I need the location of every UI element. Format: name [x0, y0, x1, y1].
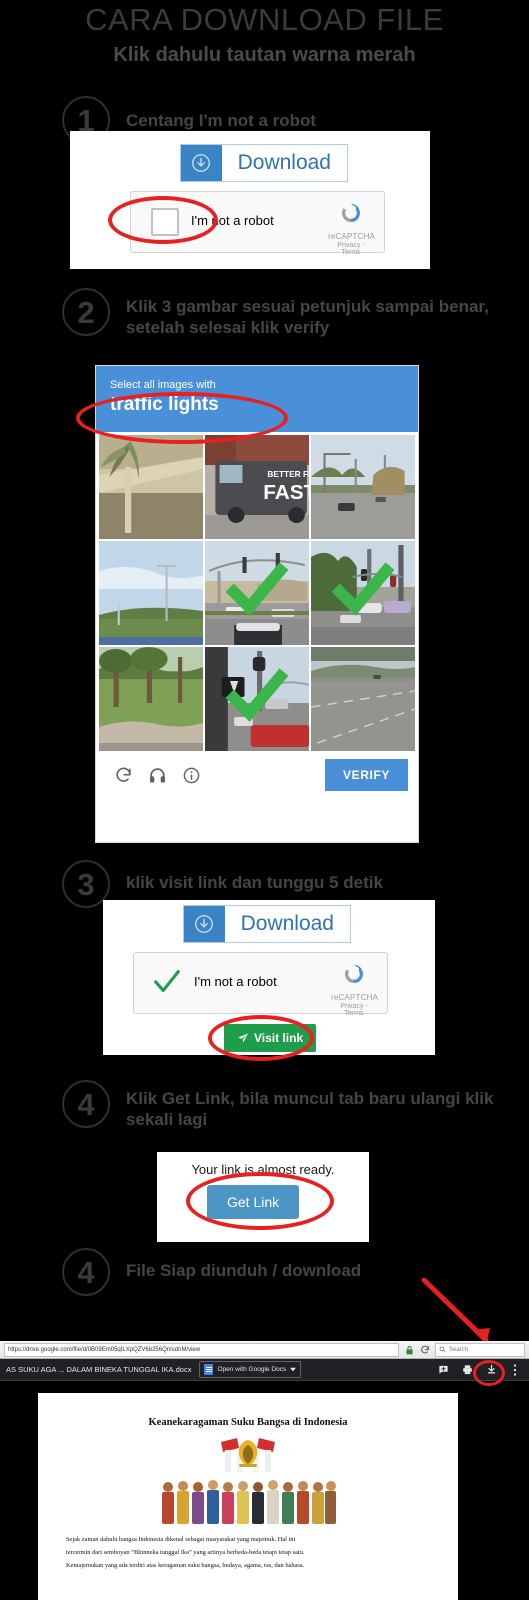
captcha-tile-4[interactable]	[99, 541, 203, 645]
step3-panel: Download I'm not a robot reCAPTCHA Priva…	[103, 900, 435, 1055]
search-placeholder-text: Search	[449, 1346, 469, 1353]
drive-file-name: AS SUKU AGA ... DALAM BINEKA TUNGGAL IKA…	[6, 1365, 192, 1374]
url-text: https://drive.google.com/file/d/0B09Em05…	[8, 1346, 201, 1353]
captcha-prompt: Select all images with traffic lights	[96, 366, 418, 432]
page-subtitle: Klik dahulu tautan warna merah	[113, 44, 416, 66]
garuda-pancasila-emblem	[221, 1438, 275, 1472]
paper-plane-icon	[238, 1033, 248, 1043]
audio-headphone-icon[interactable]	[140, 766, 174, 785]
step-badge-5: 4	[62, 1248, 110, 1296]
step-label-2: Klik 3 gambar sesuai petunjuk sampai ben…	[126, 297, 489, 338]
document-paragraph-line: tercermin dari semboyan “Bhinneka tungga…	[66, 1548, 305, 1556]
download-button[interactable]: Download	[180, 144, 348, 182]
captcha-tile-3[interactable]	[311, 435, 415, 539]
step-label-5: File Siap diunduh / download	[126, 1261, 362, 1280]
svg-text:BETTER FRESH: BETTER FRESH	[267, 470, 309, 479]
get-link-panel: Your link is almost ready. Get Link	[157, 1152, 369, 1242]
drive-toolbar: AS SUKU AGA ... DALAM BINEKA TUNGGAL IKA…	[0, 1359, 529, 1381]
selected-check-icon	[226, 668, 288, 722]
tutorial-infographic: CARA DOWNLOAD FILE Klik dahulu tautan wa…	[0, 0, 529, 1600]
open-with-label: Open with Google Docs	[217, 1366, 287, 1373]
svg-text:FASTE: FASTE	[263, 482, 309, 504]
selected-check-icon	[226, 562, 288, 616]
get-link-button[interactable]: Get Link	[207, 1185, 300, 1219]
captcha-challenge-panel: Select all images with traffic lights BE…	[95, 365, 419, 843]
browser-window: https://drive.google.com/file/d/0B09Em05…	[0, 1341, 529, 1381]
captcha-tile-1[interactable]	[99, 435, 203, 539]
recaptcha-branding: reCAPTCHA Privacy - Terms	[328, 200, 376, 256]
download-button-label: Download	[240, 912, 334, 935]
info-icon[interactable]	[174, 766, 208, 785]
download-button-step3[interactable]: Download	[183, 905, 351, 943]
recaptcha-icon	[342, 204, 360, 222]
recaptcha-brand-text: reCAPTCHA	[331, 993, 379, 1002]
visit-link-button[interactable]: Visit link	[224, 1024, 317, 1052]
annotation-arrow-download	[421, 1278, 490, 1344]
captcha-footer: VERIFY	[96, 751, 418, 799]
indonesian-traditional-clothing-people	[162, 1480, 336, 1524]
captcha-tile-9[interactable]	[311, 647, 415, 751]
document-paragraph-line: Sejak zaman dahulu bangsa Indonesia dike…	[66, 1536, 296, 1543]
google-docs-icon	[204, 1364, 214, 1375]
captcha-tile-2[interactable]: BETTER FRESH FASTE	[205, 435, 309, 539]
captcha-tile-8[interactable]	[205, 647, 309, 751]
reload-icon[interactable]	[106, 766, 140, 785]
document-paragraph: Sejak zaman dahulu bangsa Indonesia dike…	[66, 1534, 430, 1572]
recaptcha-label: I'm not a robot	[194, 974, 277, 989]
more-options-icon[interactable]	[507, 1362, 523, 1378]
recaptcha-icon	[345, 965, 363, 983]
download-button-label: Download	[237, 151, 331, 174]
recaptcha-label: I'm not a robot	[191, 213, 274, 228]
download-arrow-circle-icon	[181, 145, 222, 181]
document-paragraph-line: Kemajemukan yang ada terdiri atas keraga…	[66, 1561, 305, 1569]
document-preview: Keanekaragaman Suku Bangsa di Indonesia	[38, 1393, 458, 1600]
add-comment-icon[interactable]	[435, 1362, 451, 1378]
link-ready-message: Your link is almost ready.	[191, 1162, 335, 1177]
recaptcha-branding: reCAPTCHA Privacy - Terms	[331, 961, 379, 1017]
url-input[interactable]: https://drive.google.com/file/d/0B09Em05…	[4, 1342, 399, 1357]
recaptcha-checked-icon	[154, 970, 180, 993]
step-badge-2: 2	[62, 288, 110, 336]
captcha-image-grid: BETTER FRESH FASTE	[96, 432, 418, 751]
recaptcha-widget-checked[interactable]: I'm not a robot reCAPTCHA Privacy - Term…	[133, 952, 388, 1017]
step-label-3: klik visit link dan tunggu 5 detik	[126, 873, 383, 892]
print-icon[interactable]	[459, 1362, 475, 1378]
search-input[interactable]: Search	[435, 1342, 525, 1357]
step-label-4: Klik Get Link, bila muncul tab baru ulan…	[126, 1089, 494, 1130]
reload-icon[interactable]	[419, 1344, 431, 1356]
recaptcha-terms-text[interactable]: Privacy - Terms	[328, 242, 374, 256]
captcha-tile-7[interactable]	[99, 647, 203, 751]
step-badge-4: 4	[62, 1080, 110, 1128]
recaptcha-brand-text: reCAPTCHA	[328, 232, 376, 241]
step1-panel: Download I'm not a robot reCAPTCHA Priva…	[70, 131, 430, 269]
verify-button[interactable]: VERIFY	[325, 759, 408, 791]
recaptcha-widget-unchecked[interactable]: I'm not a robot reCAPTCHA Privacy - Term…	[130, 191, 385, 256]
download-arrow-circle-icon	[184, 906, 225, 942]
download-icon[interactable]	[483, 1362, 499, 1378]
lock-icon[interactable]	[403, 1344, 415, 1356]
captcha-tile-5[interactable]	[205, 541, 309, 645]
page-title: CARA DOWNLOAD FILE	[85, 2, 444, 37]
search-icon	[439, 1346, 446, 1353]
open-with-google-docs-button[interactable]: Open with Google Docs	[199, 1361, 302, 1378]
captcha-tile-6[interactable]	[311, 541, 415, 645]
selected-check-icon	[332, 562, 394, 616]
recaptcha-checkbox[interactable]	[151, 208, 179, 236]
visit-link-label: Visit link	[254, 1031, 304, 1045]
captcha-prompt-line2: traffic lights	[110, 394, 219, 415]
chevron-down-icon[interactable]	[290, 1367, 297, 1372]
captcha-prompt-line1: Select all images with	[110, 379, 216, 391]
recaptcha-terms-text[interactable]: Privacy - Terms	[331, 1003, 377, 1017]
document-title: Keanekaragaman Suku Bangsa di Indonesia	[148, 1417, 348, 1428]
browser-url-bar: https://drive.google.com/file/d/0B09Em05…	[0, 1341, 529, 1359]
step-label-1: Centang I'm not a robot	[126, 111, 317, 130]
